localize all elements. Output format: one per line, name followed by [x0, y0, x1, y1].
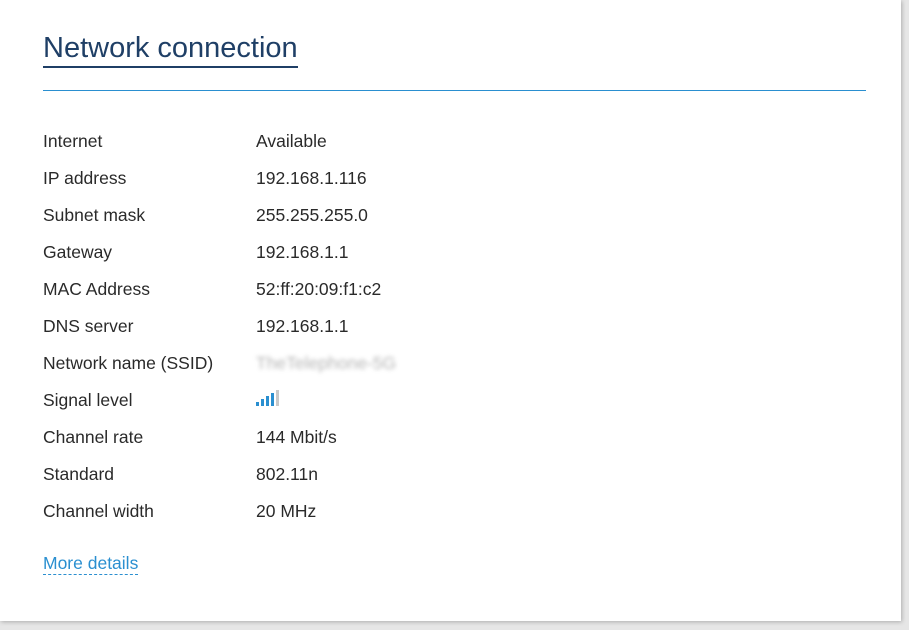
- row-network-name: Network name (SSID) TheTelephone-5G: [43, 345, 863, 382]
- row-channel-rate: Channel rate 144 Mbit/s: [43, 419, 863, 456]
- row-value: Available: [256, 131, 327, 151]
- row-label: Signal level: [43, 390, 133, 410]
- title-divider: [43, 90, 866, 91]
- row-label: Channel rate: [43, 427, 144, 447]
- row-value: 144 Mbit/s: [256, 427, 337, 447]
- row-value: 192.168.1.1: [256, 316, 349, 336]
- row-value: 20 MHz: [256, 501, 317, 521]
- signal-strength-icon: [256, 389, 863, 406]
- signal-bar: [261, 398, 264, 406]
- row-label: Subnet mask: [43, 205, 146, 225]
- row-value: 192.168.1.116: [256, 168, 367, 188]
- row-subnet-mask: Subnet mask 255.255.255.0: [43, 197, 863, 234]
- row-label: MAC Address: [43, 279, 150, 299]
- page-title: Network connection: [43, 30, 298, 68]
- row-gateway: Gateway 192.168.1.1: [43, 234, 863, 271]
- signal-bar: [276, 389, 279, 406]
- connection-info-list: Internet Available IP address 192.168.1.…: [43, 123, 863, 530]
- row-standard: Standard 802.11n: [43, 456, 863, 493]
- row-label: Standard: [43, 464, 115, 484]
- row-value: 802.11n: [256, 464, 318, 484]
- row-channel-width: Channel width 20 MHz: [43, 493, 863, 530]
- signal-bar: [271, 392, 274, 406]
- network-connection-card: Network connection Internet Available IP…: [0, 0, 901, 621]
- row-value: 192.168.1.1: [256, 242, 349, 262]
- row-signal-level: Signal level: [43, 382, 863, 419]
- signal-bar: [256, 401, 259, 406]
- row-label: Channel width: [43, 501, 154, 521]
- row-label: DNS server: [43, 316, 134, 336]
- ssid-value: TheTelephone-5G: [256, 353, 397, 373]
- row-label: Internet: [43, 131, 103, 151]
- row-mac-address: MAC Address 52:ff:20:09:f1:c2: [43, 271, 863, 308]
- row-label: Network name (SSID): [43, 353, 214, 373]
- row-value: 255.255.255.0: [256, 205, 368, 225]
- row-label: Gateway: [43, 242, 113, 262]
- row-label: IP address: [43, 168, 127, 188]
- row-value: [256, 389, 863, 406]
- signal-bar: [266, 395, 269, 406]
- row-internet: Internet Available: [43, 123, 863, 160]
- row-value: 52:ff:20:09:f1:c2: [256, 279, 382, 299]
- row-dns-server: DNS server 192.168.1.1: [43, 308, 863, 345]
- more-details-link[interactable]: More details: [43, 552, 139, 575]
- row-ip-address: IP address 192.168.1.116: [43, 160, 863, 197]
